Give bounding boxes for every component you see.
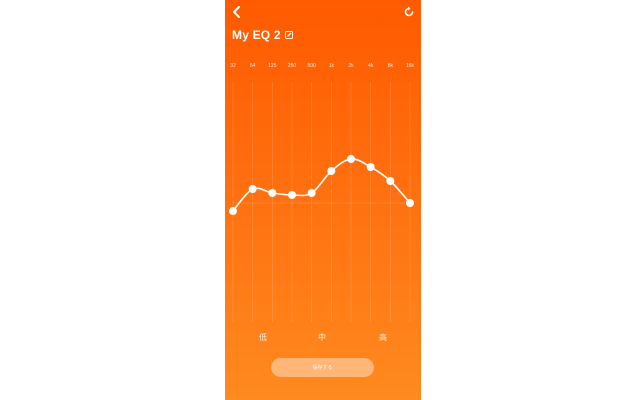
eq-band-handle[interactable] — [248, 185, 257, 193]
band-label-low: 低 — [259, 333, 267, 342]
eq-band-handle[interactable] — [288, 191, 296, 199]
eq-screen: My EQ 2 32 64 125 250 500 1k 2k 4k 8k 16k 低 中 高 保… — [225, 0, 421, 400]
eq-band-handle[interactable] — [366, 163, 375, 171]
eq-band-handle[interactable] — [386, 177, 395, 185]
eq-band-handle[interactable] — [406, 199, 414, 207]
eq-band-handle[interactable] — [347, 155, 355, 163]
band-label-high: 高 — [379, 333, 387, 342]
eq-band-handle[interactable] — [327, 167, 336, 175]
eq-band-handle[interactable] — [229, 207, 237, 215]
band-label-mid: 中 — [318, 333, 326, 342]
eq-band-handle[interactable] — [307, 189, 316, 197]
eq-band-handle[interactable] — [268, 189, 277, 197]
save-button[interactable]: 保存する — [271, 358, 374, 377]
